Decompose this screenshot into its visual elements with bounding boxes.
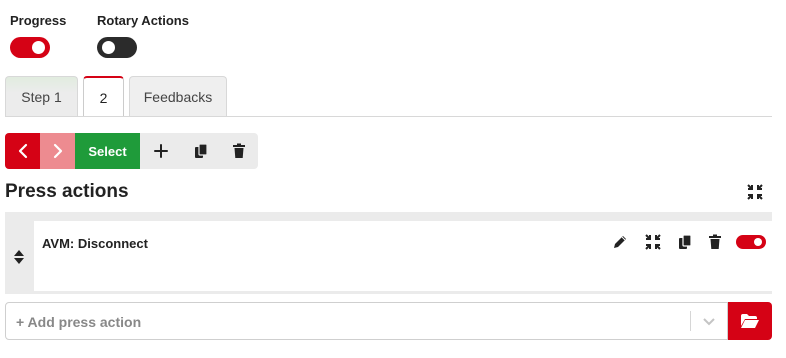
select-separator [690,311,691,331]
add-press-action-placeholder: + Add press action [16,314,142,330]
add-press-action-select[interactable]: + Add press action [5,302,728,340]
compress-icon [645,234,661,250]
step-toolbar: Select [5,133,258,169]
trash-icon [709,234,721,249]
dropdown-toggle[interactable] [700,313,718,331]
chevron-right-icon [53,143,62,159]
pencil-icon [614,236,626,248]
next-step-button[interactable] [40,133,75,169]
duplicate-action-button[interactable] [675,232,695,252]
add-step-button[interactable] [142,133,179,169]
browse-actions-button[interactable] [728,302,772,340]
compress-icon [747,184,763,200]
press-actions-title: Press actions [5,181,129,202]
progress-toggle[interactable] [10,37,50,58]
select-step-button[interactable]: Select [75,133,140,169]
copy-icon [679,234,692,249]
sort-icon [14,250,24,264]
copy-icon [194,143,208,158]
tab-step-2[interactable]: 2 [83,76,124,117]
press-actions-panel [5,212,772,294]
action-name: AVM: Disconnect [42,236,148,251]
tab-feedbacks[interactable]: Feedbacks [129,76,227,116]
toggle-knob [102,41,115,54]
collapse-action-button[interactable] [643,232,663,252]
duplicate-step-button[interactable] [182,133,219,169]
rotary-actions-label: Rotary Actions [97,13,189,28]
previous-step-button[interactable] [5,133,40,169]
delete-step-button[interactable] [220,133,257,169]
collapse-all-button[interactable] [745,182,765,202]
chevron-down-icon [703,318,715,326]
delete-action-button[interactable] [705,232,725,252]
action-enabled-toggle[interactable] [736,235,766,249]
progress-toggle-group: Progress [10,13,66,28]
toggle-knob [754,238,762,246]
tab-step-1[interactable]: Step 1 [5,76,78,116]
plus-icon [153,144,168,158]
folder-open-icon [741,314,759,328]
trash-icon [232,143,245,158]
toggle-knob [32,41,45,54]
chevron-left-icon [18,143,27,159]
edit-action-button[interactable] [610,232,630,252]
rotary-actions-toggle-group: Rotary Actions [97,13,189,28]
progress-label: Progress [10,13,67,28]
drag-handle[interactable] [13,249,25,265]
rotary-actions-toggle[interactable] [97,37,137,58]
tabs-divider [5,116,772,117]
